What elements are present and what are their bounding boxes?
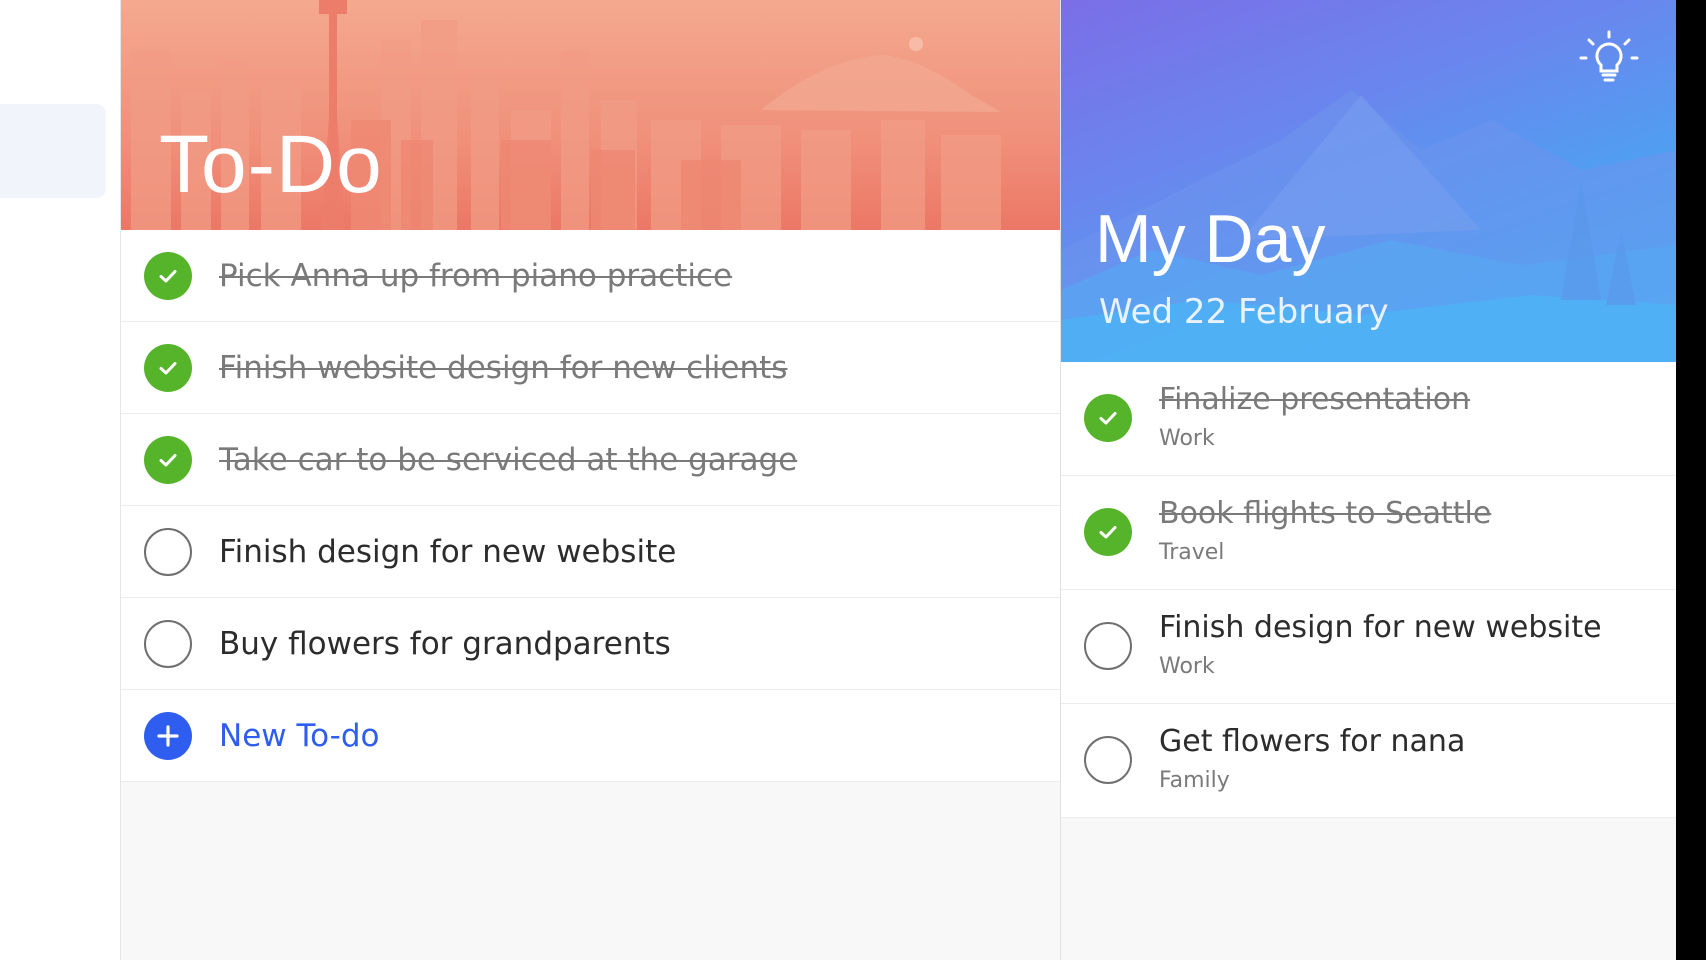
my-day-title: My Day: [1095, 201, 1326, 277]
my-day-item-list: Work: [1159, 426, 1215, 451]
plus-icon[interactable]: [144, 711, 192, 760]
my-day-item[interactable]: Finish design for new website Work: [1061, 590, 1677, 704]
completed-check-icon[interactable]: [144, 251, 192, 300]
new-todo-button[interactable]: New To-do: [219, 718, 380, 754]
todo-item[interactable]: Buy flowers for grandparents: [121, 598, 1061, 690]
todo-header: To-Do: [121, 0, 1061, 230]
my-day-item-list: Travel: [1159, 540, 1225, 565]
my-day-item-title: Finish design for new website: [1159, 610, 1602, 645]
empty-circle-checkbox-icon[interactable]: [1084, 736, 1132, 784]
todo-panel: To-Do Pick Anna up from piano practice F…: [120, 0, 1061, 960]
todo-list: Pick Anna up from piano practice Finish …: [121, 230, 1061, 782]
empty-circle-checkbox-icon[interactable]: [1084, 622, 1132, 670]
sidebar-strip: [0, 0, 120, 960]
my-day-item-list: Work: [1159, 654, 1215, 679]
new-todo-row[interactable]: New To-do: [121, 690, 1061, 782]
todo-item-label: Finish website design for new clients: [219, 349, 788, 386]
my-day-panel: My Day Wed 22 February Finalize presenta…: [1060, 0, 1677, 960]
my-day-header: My Day Wed 22 February: [1061, 0, 1677, 362]
lightbulb-icon[interactable]: [1577, 28, 1641, 96]
my-day-item-title: Get flowers for nana: [1159, 724, 1466, 759]
my-day-item[interactable]: Book flights to Seattle Travel: [1061, 476, 1677, 590]
todo-item-label: Buy flowers for grandparents: [219, 625, 671, 662]
empty-circle-checkbox-icon[interactable]: [144, 527, 192, 576]
my-day-item-list: Family: [1159, 768, 1230, 793]
empty-circle-checkbox-icon[interactable]: [144, 619, 192, 668]
todo-item[interactable]: Take car to be serviced at the garage: [121, 414, 1061, 506]
todo-item[interactable]: Pick Anna up from piano practice: [121, 230, 1061, 322]
completed-check-icon[interactable]: [144, 435, 192, 484]
my-day-list: Finalize presentation Work Book flights …: [1061, 362, 1677, 818]
my-day-item[interactable]: Get flowers for nana Family: [1061, 704, 1677, 818]
todo-item-label: Finish design for new website: [219, 533, 677, 570]
my-day-date: Wed 22 February: [1099, 292, 1389, 332]
completed-check-icon[interactable]: [1084, 394, 1132, 442]
my-day-item[interactable]: Finalize presentation Work: [1061, 362, 1677, 476]
todo-title: To-Do: [159, 119, 383, 210]
todo-item[interactable]: Finish design for new website: [121, 506, 1061, 598]
completed-check-icon[interactable]: [144, 343, 192, 392]
todo-item-label: Take car to be serviced at the garage: [219, 441, 798, 478]
completed-check-icon[interactable]: [1084, 508, 1132, 556]
todo-item-label: Pick Anna up from piano practice: [219, 257, 733, 294]
sidebar-selected-tab[interactable]: [0, 104, 106, 198]
screen-edge: [1676, 0, 1706, 960]
todo-item[interactable]: Finish website design for new clients: [121, 322, 1061, 414]
my-day-item-title: Book flights to Seattle: [1159, 496, 1492, 531]
my-day-item-title: Finalize presentation: [1159, 382, 1471, 417]
